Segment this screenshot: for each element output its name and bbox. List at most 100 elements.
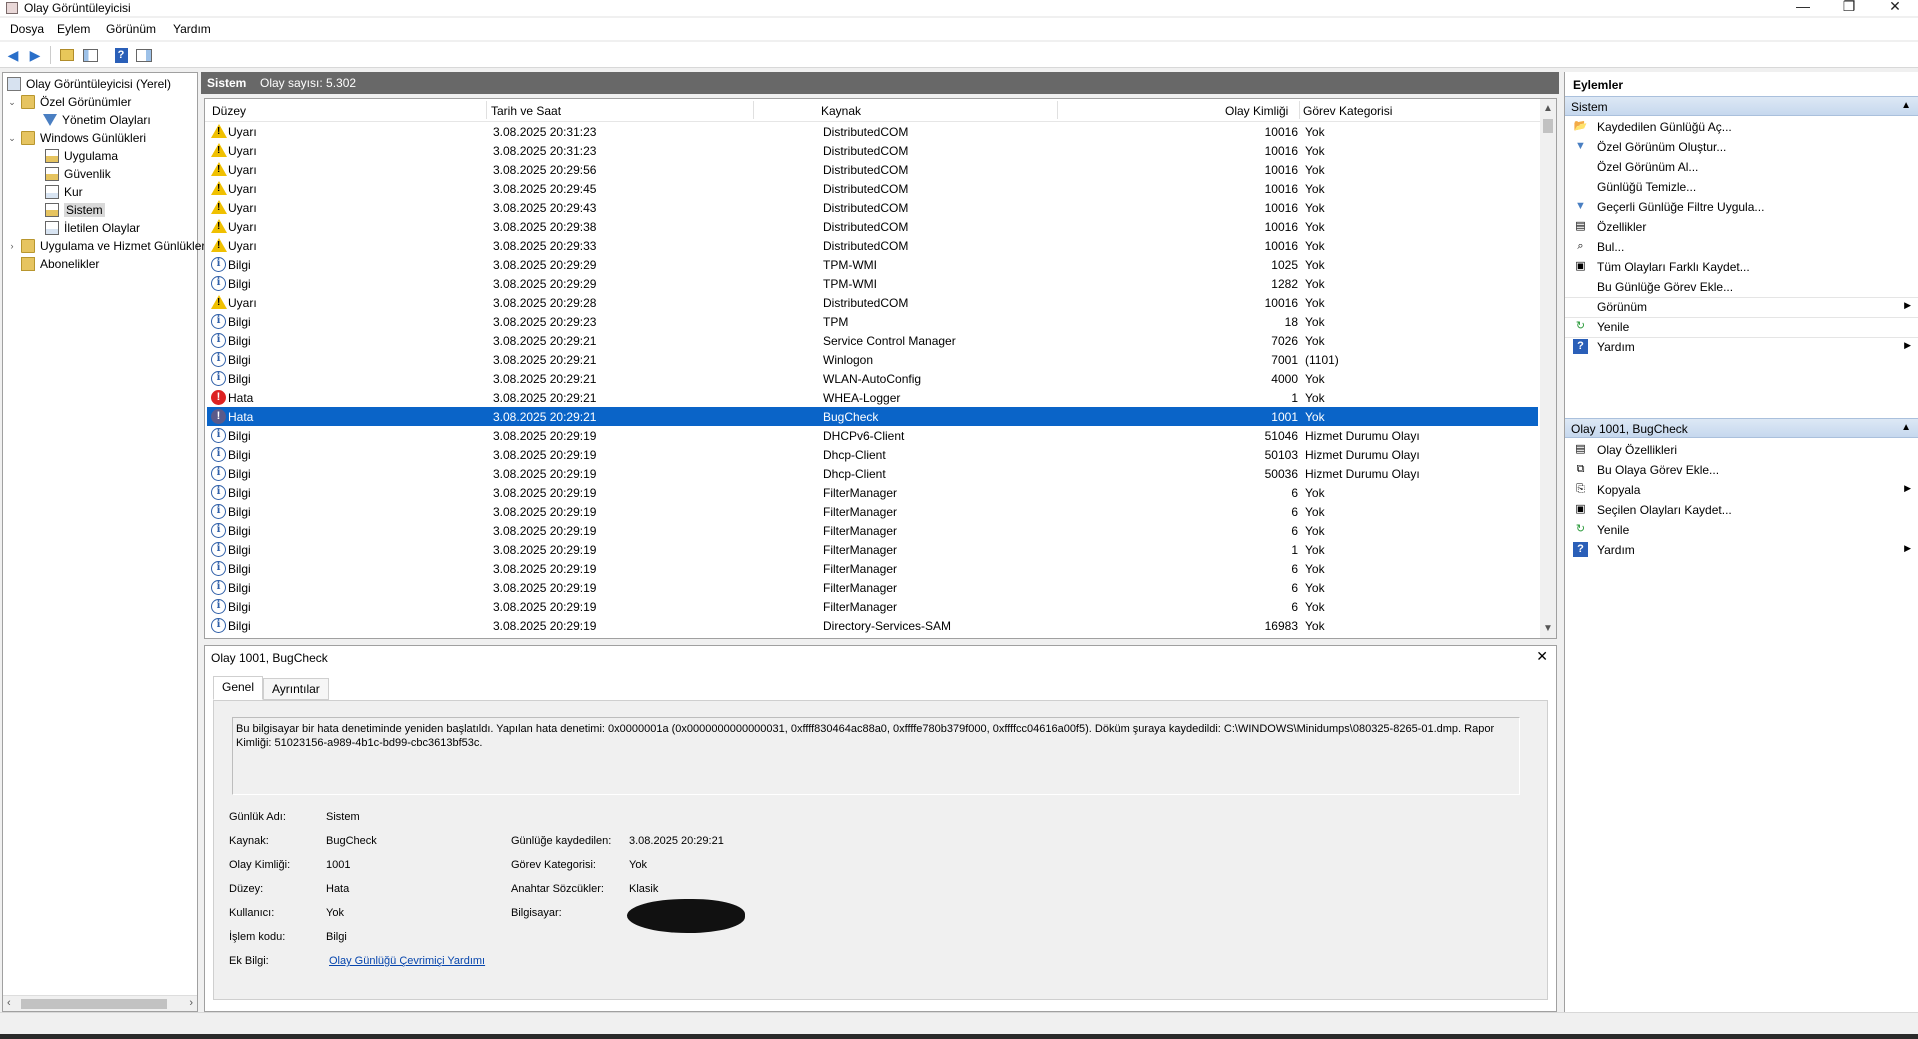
tree-node-admin-events[interactable]: Yönetim Olayları xyxy=(43,111,151,129)
table-row[interactable]: Uyarı 3.08.2025 20:29:28 DistributedCOM 100… xyxy=(207,293,1538,312)
table-row[interactable]: i Bilgi 3.08.2025 20:29:29 TPM-WMI 1025 Yok xyxy=(207,255,1538,274)
table-row[interactable]: i Bilgi 3.08.2025 20:29:19 FilterManager 6 Yo… xyxy=(207,502,1538,521)
table-row[interactable]: i Bilgi 3.08.2025 20:29:23 TPM 18 Yok xyxy=(207,312,1538,331)
tree-horizontal-scrollbar[interactable]: ‹ › xyxy=(3,995,197,1011)
table-row[interactable]: Uyarı 3.08.2025 20:29:43 DistributedCOM 100… xyxy=(207,198,1538,217)
action-item[interactable]: ▣ Seçilen Olayları Kaydet... xyxy=(1565,500,1918,520)
chevron-down-icon[interactable]: ⌄ xyxy=(7,97,17,108)
action-item[interactable]: ? Yardım ▶ xyxy=(1565,540,1918,560)
action-item[interactable]: ▤ Özellikler xyxy=(1565,217,1918,237)
table-row[interactable]: i Bilgi 3.08.2025 20:29:19 Directory-Servic… xyxy=(207,616,1538,635)
table-row[interactable]: i Bilgi 3.08.2025 20:29:19 FilterManager 6 Yo… xyxy=(207,483,1538,502)
table-row[interactable]: Uyarı 3.08.2025 20:29:45 DistributedCOM 100… xyxy=(207,179,1538,198)
tree-node-root[interactable]: Olay Görüntüleyicisi (Yerel) xyxy=(7,75,171,93)
forward-button[interactable]: ▶ xyxy=(26,46,44,64)
chevron-right-icon[interactable]: › xyxy=(7,241,17,251)
scroll-up-icon[interactable]: ▲ xyxy=(1543,103,1553,114)
scroll-thumb[interactable] xyxy=(21,999,167,1009)
table-row[interactable]: i Bilgi 3.08.2025 20:29:29 TPM-WMI 1282 Yok xyxy=(207,274,1538,293)
table-row[interactable]: i Bilgi 3.08.2025 20:29:19 Dhcp-Client 50036… xyxy=(207,464,1538,483)
online-help-link[interactable]: Olay Günlüğü Çevrimiçi Yardımı xyxy=(329,955,485,967)
column-header-level[interactable]: Düzey xyxy=(212,104,246,118)
table-row[interactable]: i Bilgi 3.08.2025 20:29:19 DHCPv6-Client 510… xyxy=(207,426,1538,445)
table-row[interactable]: Uyarı 3.08.2025 20:29:33 DistributedCOM 100… xyxy=(207,236,1538,255)
scroll-down-icon[interactable]: ▼ xyxy=(1543,623,1553,634)
tree-node-app-service-logs[interactable]: › Uygulama ve Hizmet Günlükleri xyxy=(7,237,208,255)
tree-node-custom-views[interactable]: ⌄ Özel Görünümler xyxy=(7,93,131,111)
back-button[interactable]: ◀ xyxy=(4,46,22,64)
column-header-event-id[interactable]: Olay Kimliği xyxy=(1225,104,1288,118)
action-item[interactable]: ▣ Tüm Olayları Farklı Kaydet... xyxy=(1565,257,1918,277)
table-row[interactable]: Uyarı 3.08.2025 20:29:56 DistributedCOM 100… xyxy=(207,160,1538,179)
column-divider[interactable] xyxy=(1057,101,1058,119)
column-header-date[interactable]: Tarih ve Saat xyxy=(491,104,561,118)
restore-button[interactable]: ❐ xyxy=(1826,0,1872,16)
tree-node-subscriptions[interactable]: Abonelikler xyxy=(21,255,99,273)
scroll-left-icon[interactable]: ‹ xyxy=(7,997,11,1009)
close-window-button[interactable]: ✕ xyxy=(1872,0,1918,16)
tab-details[interactable]: Ayrıntılar xyxy=(263,678,329,700)
table-row[interactable]: i Bilgi 3.08.2025 20:29:19 FilterManager 6 Yo… xyxy=(207,578,1538,597)
table-row[interactable]: i Bilgi 3.08.2025 20:29:21 WLAN-AutoConfig 4… xyxy=(207,369,1538,388)
action-item[interactable]: ? Yardım ▶ xyxy=(1565,337,1918,357)
action-item[interactable]: ▤ Olay Özellikleri xyxy=(1565,440,1918,460)
table-row[interactable]: Uyarı 3.08.2025 20:31:23 DistributedCOM 100… xyxy=(207,141,1538,160)
actions-section-system[interactable]: Sistem ▲ xyxy=(1565,96,1918,116)
column-header-source[interactable]: Kaynak xyxy=(821,104,861,118)
column-divider[interactable] xyxy=(486,101,487,119)
action-item[interactable]: Günlüğü Temizle... xyxy=(1565,177,1918,197)
table-row[interactable]: i Bilgi 3.08.2025 20:29:21 Service Control … xyxy=(207,331,1538,350)
close-icon[interactable]: ✕ xyxy=(1536,648,1548,665)
scroll-right-icon[interactable]: › xyxy=(189,997,193,1009)
table-row[interactable]: i Bilgi 3.08.2025 20:29:19 FilterManager 6 Yo… xyxy=(207,597,1538,616)
table-row[interactable]: Uyarı 3.08.2025 20:29:38 DistributedCOM 100… xyxy=(207,217,1538,236)
action-item[interactable]: ⎘ Kopyala ▶ xyxy=(1565,480,1918,500)
help-button[interactable]: ? xyxy=(112,46,130,64)
collapse-icon[interactable]: ▲ xyxy=(1901,422,1911,433)
action-item[interactable]: ▼ Özel Görünüm Oluştur... xyxy=(1565,137,1918,157)
action-item[interactable]: 📂 Kaydedilen Günlüğü Aç... xyxy=(1565,117,1918,137)
event-list-scrollbar[interactable]: ▲ ▼ xyxy=(1540,99,1556,638)
event-message[interactable]: Bu bilgisayar bir hata denetiminde yenid… xyxy=(232,717,1520,795)
menu-eylem[interactable]: Eylem xyxy=(57,22,90,36)
tree-node-forwarded-events[interactable]: İletilen Olaylar xyxy=(45,219,140,237)
scroll-thumb[interactable] xyxy=(1543,119,1553,133)
column-divider[interactable] xyxy=(1299,101,1300,119)
table-row[interactable]: i Bilgi 3.08.2025 20:29:19 FilterManager 1 Yo… xyxy=(207,540,1538,559)
table-row[interactable]: i Bilgi 3.08.2025 20:29:21 Winlogon 7001 (110… xyxy=(207,350,1538,369)
action-item[interactable]: Bu Günlüğe Görev Ekle... xyxy=(1565,277,1918,297)
tree-node-application[interactable]: Uygulama xyxy=(45,147,118,165)
tree-node-setup[interactable]: Kur xyxy=(45,183,83,201)
tab-general[interactable]: Genel xyxy=(213,676,264,700)
menu-gorunum[interactable]: Görünüm xyxy=(106,22,156,36)
table-row[interactable]: i Bilgi 3.08.2025 20:29:19 Dhcp-Client 50103… xyxy=(207,445,1538,464)
column-divider[interactable] xyxy=(753,101,754,119)
collapse-icon[interactable]: ▲ xyxy=(1901,100,1911,111)
column-header-task-category[interactable]: Görev Kategorisi xyxy=(1303,104,1392,118)
tree-node-system[interactable]: Sistem xyxy=(45,201,105,219)
table-row[interactable]: ! Hata 3.08.2025 20:29:21 WHEA-Logger 1 Yok xyxy=(207,388,1538,407)
table-row[interactable]: Uyarı 3.08.2025 20:31:23 DistributedCOM 100… xyxy=(207,122,1538,141)
menu-dosya[interactable]: Dosya xyxy=(10,22,44,36)
table-row[interactable]: i Bilgi 3.08.2025 20:29:19 FilterManager 6 Yo… xyxy=(207,559,1538,578)
table-row[interactable]: i Bilgi 3.08.2025 20:29:19 FilterManager 6 Yo… xyxy=(207,521,1538,540)
actions-section-event[interactable]: Olay 1001, BugCheck ▲ xyxy=(1565,418,1918,438)
action-item[interactable]: ⌕ Bul... xyxy=(1565,237,1918,257)
info-icon: i xyxy=(211,580,226,595)
field-label-keywords: Anahtar Sözcükler: xyxy=(511,883,604,895)
table-row-selected[interactable]: ! Hata 3.08.2025 20:29:21 BugCheck 1001 Yok xyxy=(207,407,1538,426)
action-item[interactable]: ↻ Yenile xyxy=(1565,317,1918,337)
action-item[interactable]: Özel Görünüm Al... xyxy=(1565,157,1918,177)
action-item[interactable]: ⧉ Bu Olaya Görev Ekle... xyxy=(1565,460,1918,480)
show-hide-action-pane-button[interactable] xyxy=(135,46,153,64)
minimize-button[interactable]: — xyxy=(1780,0,1826,16)
show-hide-console-tree-button[interactable] xyxy=(81,46,99,64)
chevron-down-icon[interactable]: ⌄ xyxy=(7,133,17,144)
action-item[interactable]: ▼ Geçerli Günlüğe Filtre Uygula... xyxy=(1565,197,1918,217)
menu-yardim[interactable]: Yardım xyxy=(173,22,211,36)
action-item[interactable]: Görünüm ▶ xyxy=(1565,297,1918,317)
tree-node-windows-logs[interactable]: ⌄ Windows Günlükleri xyxy=(7,129,146,147)
up-one-level-button[interactable] xyxy=(58,46,76,64)
action-item[interactable]: ↻ Yenile xyxy=(1565,520,1918,540)
tree-node-security[interactable]: Güvenlik xyxy=(45,165,111,183)
